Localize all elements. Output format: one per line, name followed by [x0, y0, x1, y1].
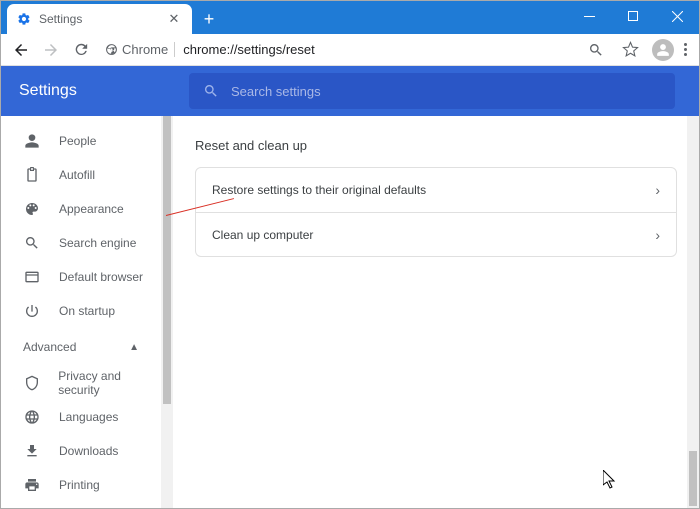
mouse-cursor-icon	[603, 470, 617, 490]
sidebar-item-label: Languages	[59, 410, 118, 424]
sidebar-advanced-toggle[interactable]: Advanced ▲	[1, 328, 161, 366]
bookmark-star-icon[interactable]	[618, 38, 642, 62]
sidebar-item-label: Default browser	[59, 270, 143, 284]
sidebar-item-label: Appearance	[59, 202, 124, 216]
sidebar-item-label: Privacy and security	[58, 369, 161, 397]
appbar-title: Settings	[19, 82, 169, 100]
section-title: Reset and clean up	[195, 138, 677, 153]
sidebar-scrollbar[interactable]	[161, 116, 173, 508]
search-icon	[203, 83, 219, 99]
sidebar-item-label: On startup	[59, 304, 115, 318]
main-scrollbar[interactable]	[687, 116, 699, 508]
forward-button[interactable]	[39, 38, 63, 62]
sidebar-item-languages[interactable]: Languages	[1, 400, 161, 434]
sidebar-item-people[interactable]: People	[1, 124, 161, 158]
url-text: chrome://settings/reset	[175, 42, 315, 57]
reload-button[interactable]	[69, 38, 93, 62]
main-content: Reset and clean up Restore settings to t…	[173, 116, 699, 508]
back-button[interactable]	[9, 38, 33, 62]
row-label: Clean up computer	[212, 228, 313, 242]
print-icon	[23, 476, 41, 494]
settings-appbar: Settings Search settings	[1, 66, 699, 116]
close-tab-icon[interactable]: ✕	[166, 11, 182, 27]
scrollbar-thumb[interactable]	[163, 116, 171, 404]
settings-search[interactable]: Search settings	[189, 73, 675, 109]
row-clean-up[interactable]: Clean up computer ›	[196, 212, 676, 256]
sidebar-item-label: Downloads	[59, 444, 118, 458]
new-tab-button[interactable]: +	[196, 6, 222, 32]
advanced-label: Advanced	[23, 340, 76, 354]
settings-card: Restore settings to their original defau…	[195, 167, 677, 257]
sidebar-item-search-engine[interactable]: Search engine	[1, 226, 161, 260]
sidebar-item-autofill[interactable]: Autofill	[1, 158, 161, 192]
gear-icon	[17, 12, 31, 26]
power-icon	[23, 302, 41, 320]
origin-chip: Chrome	[105, 42, 175, 57]
sidebar-item-appearance[interactable]: Appearance	[1, 192, 161, 226]
address-bar: Chrome chrome://settings/reset	[1, 34, 699, 66]
sidebar-item-default-browser[interactable]: Default browser	[1, 260, 161, 294]
omnibox[interactable]: Chrome chrome://settings/reset	[105, 42, 578, 57]
globe-icon	[23, 408, 41, 426]
sidebar-item-label: Printing	[59, 478, 100, 492]
shield-icon	[23, 374, 40, 392]
sidebar-item-privacy[interactable]: Privacy and security	[1, 366, 161, 400]
sidebar: People Autofill Appearance Search engine…	[1, 116, 173, 508]
chevron-right-icon: ›	[655, 227, 660, 243]
row-restore-defaults[interactable]: Restore settings to their original defau…	[196, 168, 676, 212]
search-icon[interactable]	[584, 38, 608, 62]
window-titlebar: Settings ✕ +	[1, 1, 699, 34]
profile-avatar[interactable]	[652, 39, 674, 61]
browser-icon	[23, 268, 41, 286]
magnify-icon	[23, 234, 41, 252]
sidebar-item-label: Search engine	[59, 236, 136, 250]
sidebar-item-label: Autofill	[59, 168, 95, 182]
scrollbar-thumb[interactable]	[689, 451, 697, 506]
clipboard-icon	[23, 166, 41, 184]
tab-title: Settings	[39, 12, 166, 26]
sidebar-item-downloads[interactable]: Downloads	[1, 434, 161, 468]
chevron-right-icon: ›	[655, 182, 660, 198]
window-maximize-button[interactable]	[611, 1, 655, 31]
sidebar-item-accessibility[interactable]: Accessibility	[1, 502, 161, 508]
sidebar-item-printing[interactable]: Printing	[1, 468, 161, 502]
sidebar-item-startup[interactable]: On startup	[1, 294, 161, 328]
palette-icon	[23, 200, 41, 218]
browser-tab[interactable]: Settings ✕	[7, 4, 192, 34]
window-minimize-button[interactable]	[567, 1, 611, 31]
sidebar-item-label: People	[59, 134, 96, 148]
row-label: Restore settings to their original defau…	[212, 183, 426, 197]
search-placeholder: Search settings	[231, 84, 321, 99]
chevron-up-icon: ▲	[129, 342, 139, 353]
origin-label: Chrome	[122, 42, 168, 57]
window-close-button[interactable]	[655, 1, 699, 31]
download-icon	[23, 442, 41, 460]
person-icon	[23, 132, 41, 150]
menu-kebab-icon[interactable]	[684, 43, 687, 56]
